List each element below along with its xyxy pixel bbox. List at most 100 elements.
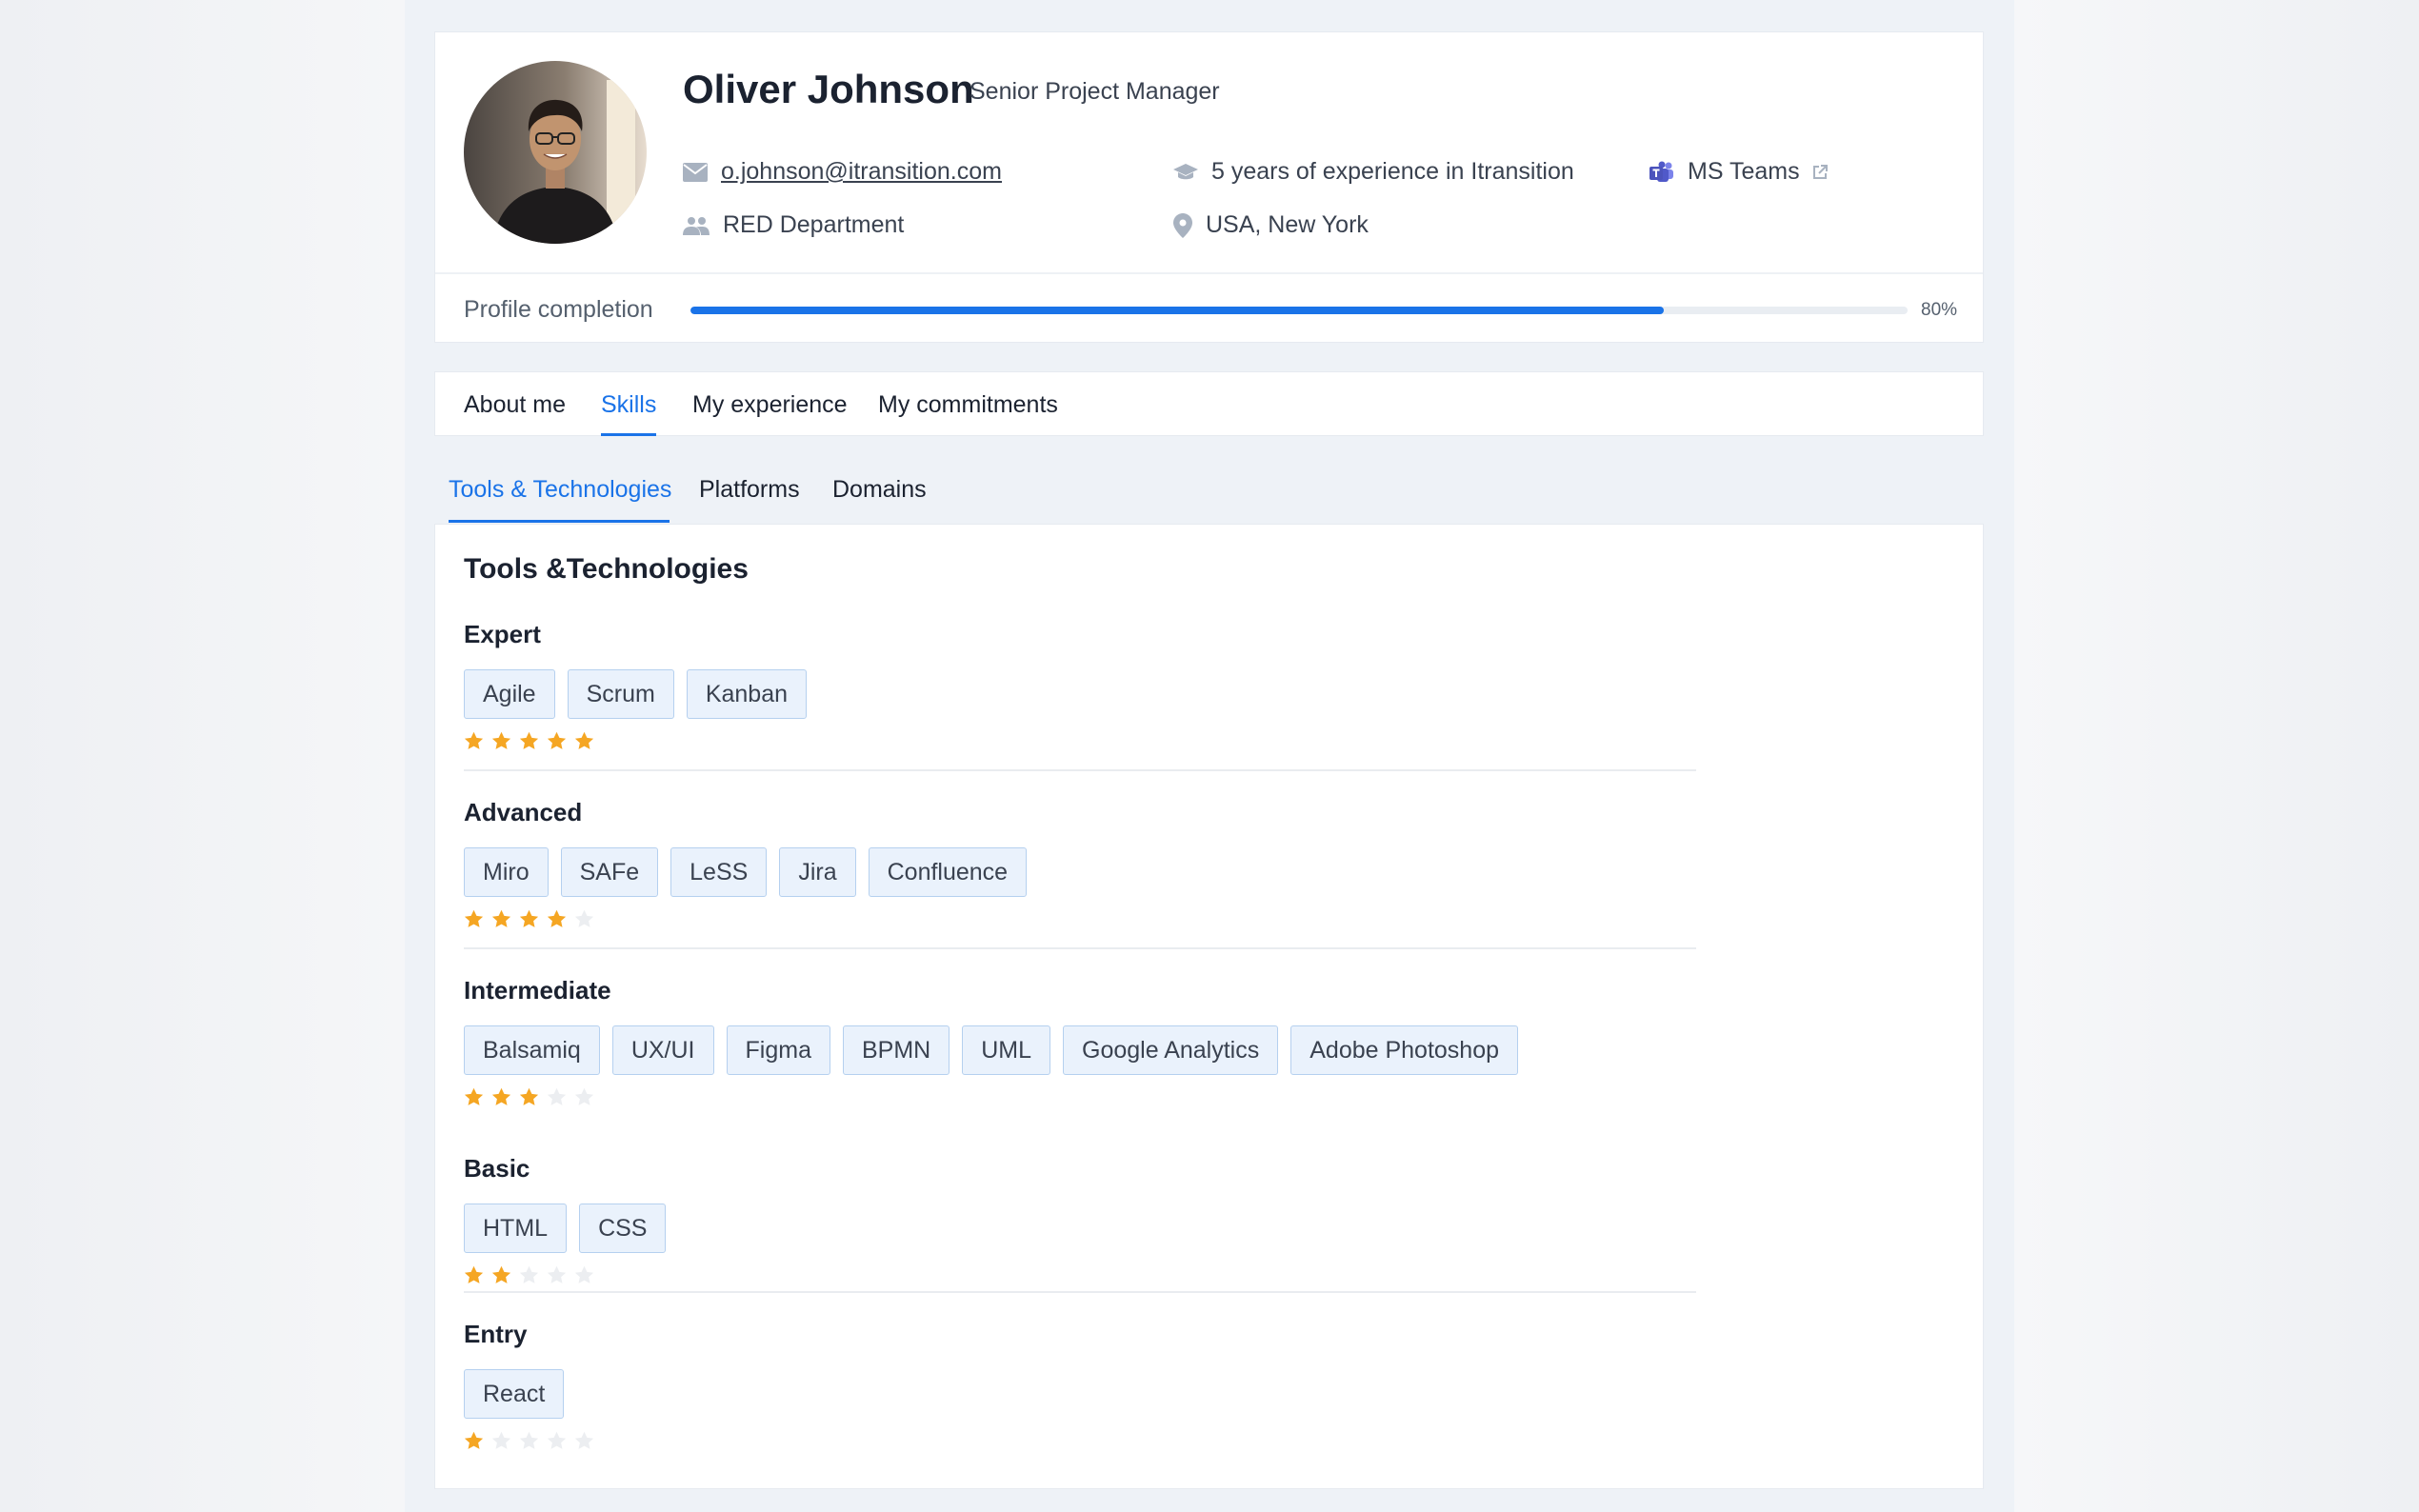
rating-stars [464,1265,1702,1285]
profile-completion-bar [690,307,1908,314]
skills-section-title: Tools &Technologies [464,553,749,585]
skill-chip: Agile [464,669,555,719]
star-empty-icon [519,1431,539,1449]
profile-photo [464,61,647,244]
location-pin-icon [1173,212,1192,238]
star-filled-icon [519,909,539,927]
subtab-underline [449,520,670,523]
skill-chip: Miro [464,847,549,897]
experience-text: 5 years of experience in Itransition [1211,158,1574,185]
star-filled-icon [547,731,567,749]
skill-chips: Agile Scrum Kanban [464,669,1702,719]
skill-chip: BPMN [842,1025,950,1075]
star-empty-icon [574,1431,594,1449]
skill-chip: Google Analytics [1063,1025,1279,1075]
skill-chip: Kanban [686,669,808,719]
skill-chip: Figma [726,1025,830,1075]
skill-level-title: Intermediate [464,976,611,1005]
location-text: USA, New York [1206,211,1369,238]
star-filled-icon [464,909,484,927]
tab-about-me[interactable]: About me [464,391,566,419]
page-background-left [0,0,405,1512]
skill-level-expert: Expert Agile Scrum Kanban [464,618,1702,751]
star-filled-icon [464,1265,484,1283]
tab-my-experience[interactable]: My experience [692,391,848,419]
level-separator [464,1291,1696,1293]
tab-my-commitments[interactable]: My commitments [878,391,1058,419]
email-link[interactable]: o.johnson@itransition.com [721,158,1002,186]
star-filled-icon [574,731,594,749]
skill-chip: Confluence [868,847,1028,897]
tab-skills-underline [601,433,656,436]
location-info: USA, New York [1173,211,1369,239]
star-empty-icon [574,1265,594,1283]
skill-level-title: Expert [464,620,541,648]
rating-stars [464,731,1702,751]
skill-chip: Adobe Photoshop [1290,1025,1519,1075]
skill-level-title: Basic [464,1154,530,1183]
page-background-right [2014,0,2419,1512]
skill-chip: LeSS [670,847,768,897]
skill-level-basic: Basic HTML CSS [464,1152,1702,1285]
star-empty-icon [574,909,594,927]
rating-stars [464,909,1702,929]
star-filled-icon [464,1087,484,1105]
skill-chip: Scrum [567,669,674,719]
star-filled-icon [491,731,511,749]
skill-chip: Jira [779,847,856,897]
avatar [464,61,647,244]
skill-level-advanced: Advanced Miro SAFe LeSS Jira Confluence [464,796,1702,929]
subtab-tools-technologies[interactable]: Tools & Technologies [449,476,671,504]
skill-level-entry: Entry React [464,1318,1702,1451]
star-empty-icon [547,1431,567,1449]
teams-label[interactable]: MS Teams [1688,158,1800,186]
main-tabs: About me Skills My experience My commitm… [434,371,1984,436]
skill-chip: UX/UI [611,1025,714,1075]
tab-skills[interactable]: Skills [601,391,656,419]
skill-chip: UML [962,1025,1051,1075]
rating-stars [464,1087,1702,1107]
star-filled-icon [491,1087,511,1105]
department-info: RED Department [683,211,904,239]
level-separator [464,769,1696,771]
star-empty-icon [574,1087,594,1105]
skill-chips: Miro SAFe LeSS Jira Confluence [464,847,1702,897]
profile-name: Oliver Johnson [683,67,974,111]
subtab-domains[interactable]: Domains [832,476,927,504]
skill-level-title: Advanced [464,798,583,826]
skill-chip: Balsamiq [464,1025,600,1075]
profile-divider [435,272,1983,274]
skill-level-intermediate: Intermediate Balsamiq UX/UI Figma BPMN UML Go… [464,974,1702,1107]
skill-chips: HTML CSS [464,1204,1702,1253]
star-empty-icon [547,1265,567,1283]
star-filled-icon [491,1265,511,1283]
ms-teams-icon [1649,161,1673,182]
teams-info[interactable]: MS Teams [1649,158,1842,186]
graduation-cap-icon [1173,163,1198,179]
profile-completion-label: Profile completion [464,296,653,323]
star-filled-icon [547,909,567,927]
star-empty-icon [491,1431,511,1449]
profile-card: Oliver Johnson Senior Project Manager o.… [434,31,1984,343]
star-filled-icon [519,1087,539,1105]
skill-level-title: Entry [464,1320,528,1348]
level-separator [464,947,1696,949]
star-filled-icon [491,909,511,927]
profile-role: Senior Project Manager [970,78,1220,105]
star-filled-icon [519,731,539,749]
experience-info: 5 years of experience in Itransition [1173,158,1574,186]
skill-chip: HTML [464,1204,568,1253]
skill-chip: SAFe [560,847,659,897]
envelope-icon [683,162,708,182]
department-text: RED Department [723,211,905,238]
profile-completion-value: 80% [1921,300,1958,320]
rating-stars [464,1431,1702,1451]
subtab-platforms[interactable]: Platforms [699,476,800,504]
skill-chip: React [464,1369,565,1419]
email-info: o.johnson@itransition.com [683,158,1002,186]
star-filled-icon [464,1431,484,1449]
external-link-icon[interactable] [1811,164,1829,181]
skill-chips: Balsamiq UX/UI Figma BPMN UML Google Analytic… [464,1025,1702,1075]
people-icon [683,216,710,235]
star-empty-icon [519,1265,539,1283]
